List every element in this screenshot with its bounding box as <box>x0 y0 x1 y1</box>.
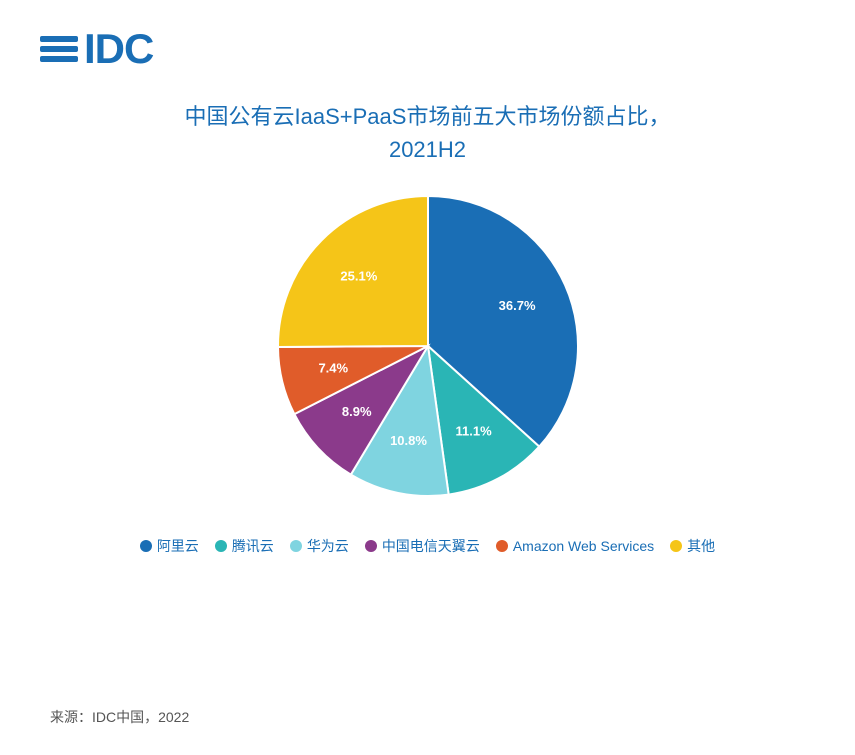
page: IDC 中国公有云IaaS+PaaS市场前五大市场份额占比， 2021H2 36… <box>0 0 855 755</box>
legend-item-4: Amazon Web Services <box>496 538 654 554</box>
header: IDC <box>0 0 855 70</box>
legend-dot-2 <box>290 540 302 552</box>
legend-label-1: 腾讯云 <box>232 536 274 556</box>
legend-label-2: 华为云 <box>307 536 349 556</box>
legend-label-3: 中国电信天翼云 <box>382 536 480 556</box>
legend-item-2: 华为云 <box>290 536 349 556</box>
legend-dot-0 <box>140 540 152 552</box>
slice-label-3: 8.9% <box>341 404 371 419</box>
legend-label-4: Amazon Web Services <box>513 538 654 554</box>
legend-label-5: 其他 <box>687 536 715 556</box>
idc-logo-icon <box>40 36 78 62</box>
idc-logo-text: IDC <box>84 28 153 70</box>
legend-dot-3 <box>365 540 377 552</box>
legend-item-1: 腾讯云 <box>215 536 274 556</box>
legend-item-0: 阿里云 <box>140 536 199 556</box>
legend-item-3: 中国电信天翼云 <box>365 536 480 556</box>
idc-logo: IDC <box>40 28 153 70</box>
slice-label-2: 10.8% <box>390 433 427 448</box>
slice-label-0: 36.7% <box>498 298 535 313</box>
legend: 阿里云 腾讯云 华为云 中国电信天翼云 Amazon Web Services 其他 <box>53 536 803 556</box>
slice-label-4: 7.4% <box>318 360 348 375</box>
legend-dot-1 <box>215 540 227 552</box>
pie-chart: 36.7% 11.1% 10.8% 8.9% 7.4% 25.1% <box>268 186 588 506</box>
source-text: 来源：IDC中国，2022 <box>50 707 189 727</box>
legend-dot-4 <box>496 540 508 552</box>
legend-label-0: 阿里云 <box>157 536 199 556</box>
slice-label-1: 11.1% <box>455 424 492 439</box>
legend-item-5: 其他 <box>670 536 715 556</box>
chart-container: 36.7% 11.1% 10.8% 8.9% 7.4% 25.1% <box>268 186 588 506</box>
legend-dot-5 <box>670 540 682 552</box>
chart-title: 中国公有云IaaS+PaaS市场前五大市场份额占比， 2021H2 <box>0 100 855 166</box>
slice-label-5: 25.1% <box>340 269 377 284</box>
title-section: 中国公有云IaaS+PaaS市场前五大市场份额占比， 2021H2 <box>0 100 855 166</box>
